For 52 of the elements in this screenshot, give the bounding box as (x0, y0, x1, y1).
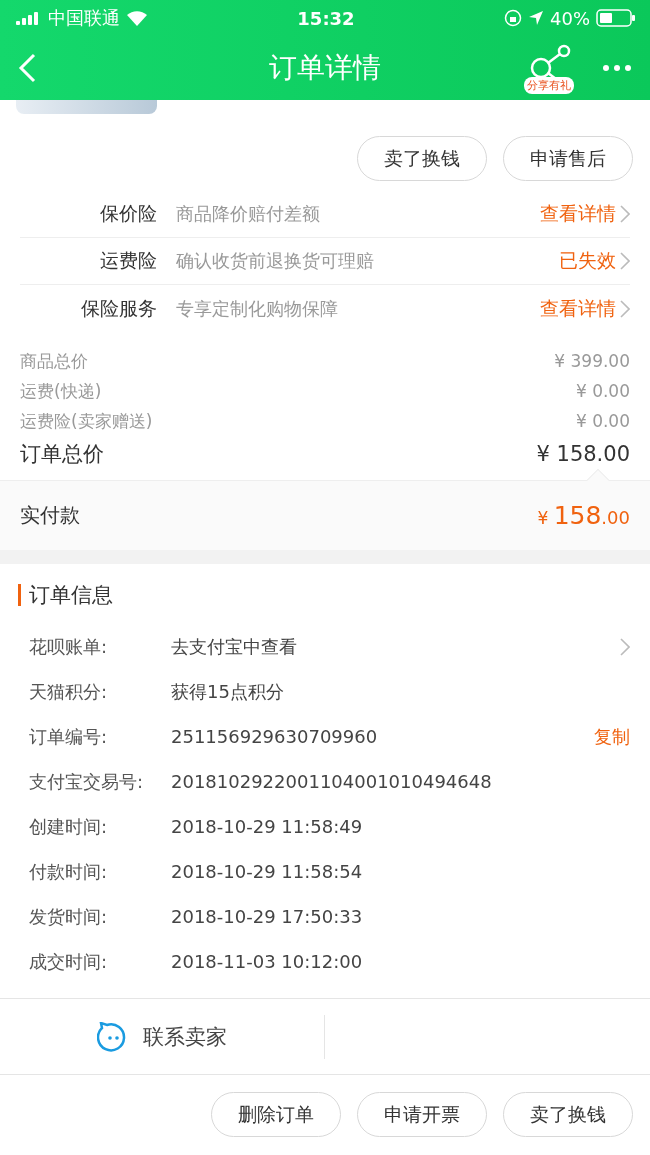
share-button[interactable]: 分享有礼 (524, 42, 580, 94)
info-value: 251156929630709960 (171, 726, 379, 747)
price-value: ¥ 0.00 (575, 381, 630, 401)
paid-amount: ¥ 158.00 (537, 501, 630, 530)
action-button[interactable]: 申请开票 (357, 1092, 487, 1137)
chevron-right-icon (620, 299, 630, 318)
info-label: 付款时间: (29, 859, 109, 884)
price-label: 运费(快递) (20, 379, 102, 403)
insurance-label: 保价险 (99, 201, 157, 226)
info-label: 订单编号: (29, 724, 109, 749)
rotation-lock-icon (504, 9, 522, 27)
info-label: 发货时间: (29, 904, 109, 929)
back-button[interactable] (18, 53, 36, 83)
info-value: 获得15点积分 (171, 679, 285, 704)
paid-label: 实付款 (20, 502, 80, 529)
info-label: 花呗账单: (29, 634, 109, 659)
info-label: 天猫积分: (29, 679, 109, 704)
section-title: 订单信息 (18, 584, 650, 606)
insurance-description: 商品降价赔付差额 (176, 202, 321, 226)
wifi-icon (126, 10, 148, 26)
page-title: 订单详情 (268, 50, 382, 86)
action-button[interactable]: 卖了换钱 (503, 1092, 633, 1137)
info-value: 去支付宝中查看 (171, 634, 298, 659)
total-value: ¥ 158.00 (536, 442, 630, 466)
action-button[interactable]: 申请售后 (503, 136, 633, 181)
info-value: 2018-10-29 11:58:49 (171, 816, 364, 837)
battery-icon (596, 9, 636, 27)
more-button[interactable] (602, 64, 632, 72)
action-button[interactable]: 删除订单 (211, 1092, 341, 1137)
info-label: 成交时间: (29, 949, 109, 974)
total-label: 订单总价 (20, 441, 104, 468)
chevron-right-icon (620, 205, 630, 223)
clock-time: 15:32 (297, 7, 355, 29)
insurance-description: 确认收货前退换货可理赔 (176, 249, 375, 273)
insurance-label: 保险服务 (80, 295, 157, 321)
info-label: 创建时间: (29, 814, 109, 839)
battery-percent: 40% (550, 7, 590, 29)
info-label: 支付宝交易号: (29, 769, 145, 794)
price-value: ¥ 0.00 (575, 411, 630, 431)
info-value: 2018-11-03 10:12:00 (171, 951, 364, 972)
carrier-name: 中国联通 (48, 6, 120, 30)
insurance-description: 专享定制化购物保障 (176, 296, 339, 321)
info-value: 2018102922001104001010494648 (171, 771, 493, 792)
price-label: 运费险(卖家赠送) (20, 409, 153, 433)
location-arrow-icon (528, 10, 544, 26)
info-value: 2018-10-29 11:58:54 (171, 861, 364, 882)
info-value: 2018-10-29 17:50:33 (171, 906, 364, 927)
chevron-right-icon (620, 252, 630, 270)
insurance-label: 运费险 (99, 248, 157, 273)
action-button[interactable]: 卖了换钱 (357, 136, 487, 181)
price-label: 商品总价 (20, 349, 88, 373)
price-value: ¥ 399.00 (554, 351, 630, 371)
